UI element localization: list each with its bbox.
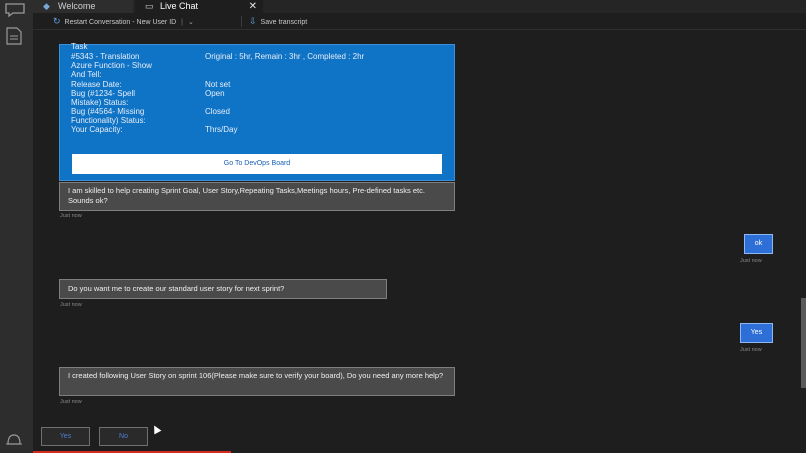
bot-message: Do you want me to create our standard us… <box>59 279 387 299</box>
message-timestamp: Just now <box>60 302 82 308</box>
document-icon[interactable] <box>4 27 28 51</box>
save-transcript-button[interactable]: ⇩ Save transcript <box>249 15 307 28</box>
tab-bar: ◆ Welcome ▭ Live Chat ✕ <box>33 0 806 13</box>
card-key: Bug (#4564- Missing <box>71 107 145 116</box>
card-key: Your Capacity: <box>71 125 123 134</box>
restart-conversation-button[interactable]: ↻ Restart Conversation - New User ID | ⌄ <box>53 15 194 28</box>
save-label: Save transcript <box>260 19 308 26</box>
chat-bubble-icon[interactable] <box>4 2 28 26</box>
dropdown-divider-icon: | <box>181 19 183 26</box>
bot-message: I created following User Story on sprint… <box>59 367 455 396</box>
message-text: ok <box>754 240 763 247</box>
card-key: Task <box>71 42 88 51</box>
card-key: Bug (#1234- Spell <box>71 89 136 98</box>
suggested-action-no[interactable]: No <box>99 427 148 446</box>
card-value: Original : 5hr, Remain : 3hr , Completed… <box>205 52 365 61</box>
card-key: Functionality) Status: <box>71 116 146 125</box>
card-value: Closed <box>205 107 230 116</box>
user-message: Yes <box>740 323 773 343</box>
message-text: I created following User Story on sprint… <box>68 371 444 380</box>
card-key: And Tell: <box>71 70 102 79</box>
message-timestamp: Just now <box>740 347 762 353</box>
notification-bell-icon[interactable] <box>4 432 28 453</box>
chat-toolbar: ↻ Restart Conversation - New User ID | ⌄ … <box>33 13 806 30</box>
tab-label: Live Chat <box>160 1 199 11</box>
card-value: Thrs/Day <box>205 125 238 134</box>
tab-label: Welcome <box>58 1 96 11</box>
user-message: ok <box>744 234 773 254</box>
adaptive-card: Task #5343 - Translation Original : 5hr, … <box>59 42 455 181</box>
message-timestamp: Just now <box>60 213 82 219</box>
card-key: Release Date: <box>71 80 122 89</box>
restart-icon: ↻ <box>53 16 61 26</box>
card-key: Azure Function - Show <box>71 61 152 70</box>
vscode-icon: ◆ <box>43 1 50 11</box>
go-to-devops-board-button[interactable]: Go To DevOps Board <box>72 154 442 174</box>
card-key: #5343 - Translation <box>71 52 140 61</box>
message-text: I am skilled to help creating Sprint Goa… <box>68 186 425 205</box>
card-key: Mistake) Status: <box>71 98 129 107</box>
message-text: Do you want me to create our standard us… <box>68 284 285 293</box>
activity-bar <box>0 0 33 453</box>
toolbar-divider <box>241 16 242 27</box>
message-timestamp: Just now <box>60 399 82 405</box>
restart-label: Restart Conversation - New User ID <box>64 19 177 26</box>
save-icon: ⇩ <box>249 16 257 26</box>
bot-message: I am skilled to help creating Sprint Goa… <box>59 182 455 211</box>
scrollbar-thumb[interactable] <box>801 298 806 388</box>
message-timestamp: Just now <box>740 258 762 264</box>
tab-live-chat[interactable]: ▭ Live Chat ✕ <box>135 0 263 13</box>
card-value: Not set <box>205 80 231 89</box>
message-text: Yes <box>750 329 763 336</box>
chat-icon: ▭ <box>145 1 154 11</box>
tab-welcome[interactable]: ◆ Welcome <box>33 0 133 13</box>
chat-transcript[interactable]: Task #5343 - Translation Original : 5hr, … <box>33 30 806 453</box>
card-value: Open <box>205 89 225 98</box>
close-icon[interactable]: ✕ <box>249 0 257 13</box>
chevron-down-icon[interactable]: ⌄ <box>188 19 194 26</box>
suggested-action-yes[interactable]: Yes <box>41 427 90 446</box>
